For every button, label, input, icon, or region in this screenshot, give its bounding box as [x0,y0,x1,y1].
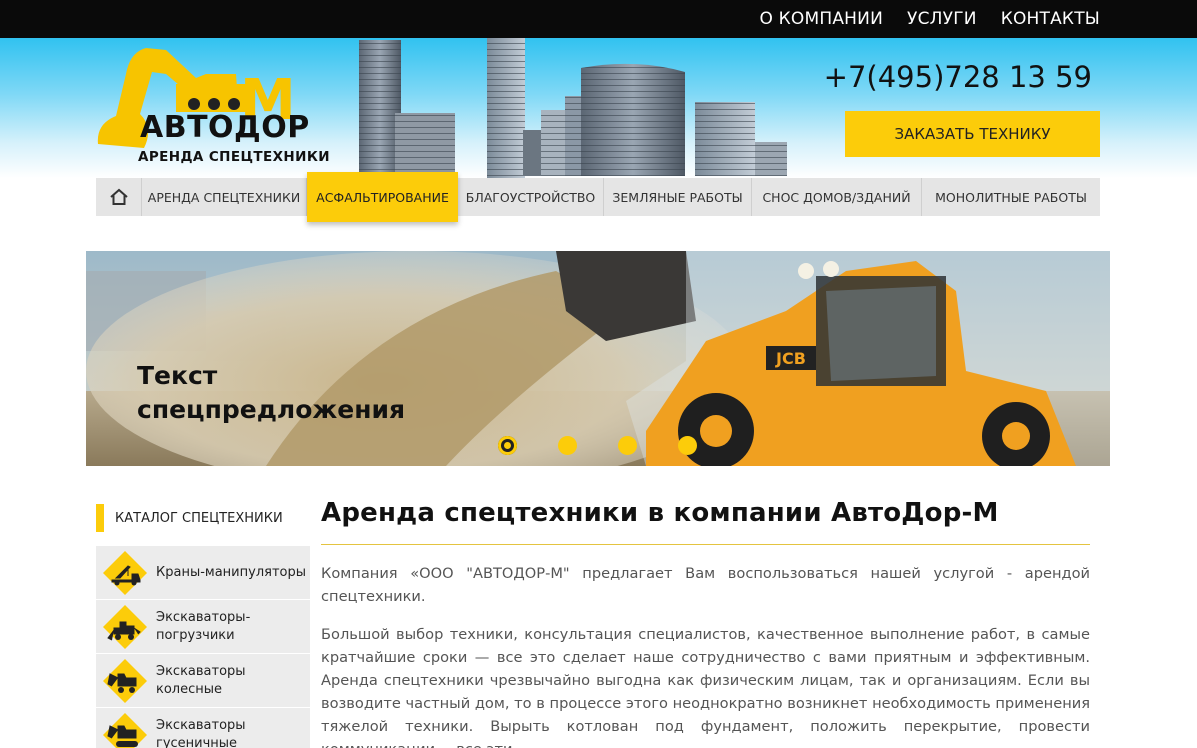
catalog-item-label: Экскаваторы гусеничные [156,717,246,748]
logo-name[interactable]: АВТОДОР [140,110,310,145]
promo-text: Текст спецпредложения [137,359,405,427]
catalog-item-label: Краны-манипуляторы [156,564,306,580]
slider-dot-1[interactable] [498,436,517,455]
body-paragraph: Большой выбор техники, консультация спец… [321,626,1090,748]
promo-text-line1: Текст [137,361,218,390]
nav-home[interactable] [96,178,142,216]
catalog-list: Краны-манипуляторы Экскаваторы-погрузчик… [96,546,310,748]
top-bar: О КОМПАНИИ УСЛУГИ КОНТАКТЫ [0,0,1197,38]
city-skyline-image [359,38,787,178]
svg-text:JCB: JCB [775,349,806,368]
catalog-item-cranes[interactable]: Краны-манипуляторы [96,546,310,600]
nav-item-demolition[interactable]: СНОС ДОМОВ/ЗДАНИЙ [752,178,922,216]
page-title: Аренда спецтехники в компании АвтоДор-М [321,498,1090,545]
catalog-title-accent [96,504,104,532]
slider-dot-4[interactable] [678,436,697,455]
catalog-title: КАТАЛОГ СПЕЦТЕХНИКИ [96,504,283,532]
slider-dot-3[interactable] [618,436,637,455]
promo-slider[interactable]: JCB Текст спецпредложения [86,251,1110,466]
catalog-item-wheeled-excavators[interactable]: Экскаваторы колесные [96,654,310,708]
phone-number[interactable]: +7(495)728 13 59 [824,60,1092,94]
nav-item-earthworks[interactable]: ЗЕМЛЯНЫЕ РАБОТЫ [604,178,752,216]
main-content: Аренда спецтехники в компании АвтоДор-М … [321,498,1090,748]
catalog-item-crawler-excavators[interactable]: Экскаваторы гусеничные [96,708,310,748]
catalog-title-text: КАТАЛОГ СПЕЦТЕХНИКИ [115,510,283,526]
catalog-item-backhoe-loaders[interactable]: Экскаваторы-погрузчики [96,600,310,654]
backhoe-loader-icon [103,604,147,649]
catalog-item-label: Экскаваторы колесные [156,663,246,697]
top-nav: О КОМПАНИИ УСЛУГИ КОНТАКТЫ [759,0,1100,38]
crawler-excavator-icon [103,712,147,748]
catalog-item-label: Экскаваторы-погрузчики [156,609,251,643]
nav-item-monolithic-works[interactable]: МОНОЛИТНЫЕ РАБОТЫ [922,178,1100,216]
wheeled-excavator-icon [103,658,147,703]
main-nav: АРЕНДА СПЕЦТЕХНИКИ АСФАЛЬТИРОВАНИЕ БЛАГО… [96,172,1100,222]
logo-tagline: АРЕНДА СПЕЦТЕХНИКИ [138,149,330,165]
slider-dot-2[interactable] [558,436,577,455]
top-nav-about[interactable]: О КОМПАНИИ [759,9,883,29]
order-equipment-button[interactable]: ЗАКАЗАТЬ ТЕХНИКУ [845,111,1100,157]
top-nav-contacts[interactable]: КОНТАКТЫ [1001,9,1100,29]
nav-item-asphalting[interactable]: АСФАЛЬТИРОВАНИЕ [307,172,458,222]
home-icon [109,188,128,205]
promo-text-line2: спецпредложения [137,395,406,424]
top-nav-services[interactable]: УСЛУГИ [907,9,977,29]
crane-truck-icon [103,550,147,595]
nav-item-equipment-rental[interactable]: АРЕНДА СПЕЦТЕХНИКИ [142,178,307,216]
intro-paragraph: Компания «ООО "АВТОДОР-М" предлагает Вам… [321,565,1090,605]
slider-dots [498,436,697,455]
nav-item-landscaping[interactable]: БЛАГОУСТРОЙСТВО [458,178,604,216]
